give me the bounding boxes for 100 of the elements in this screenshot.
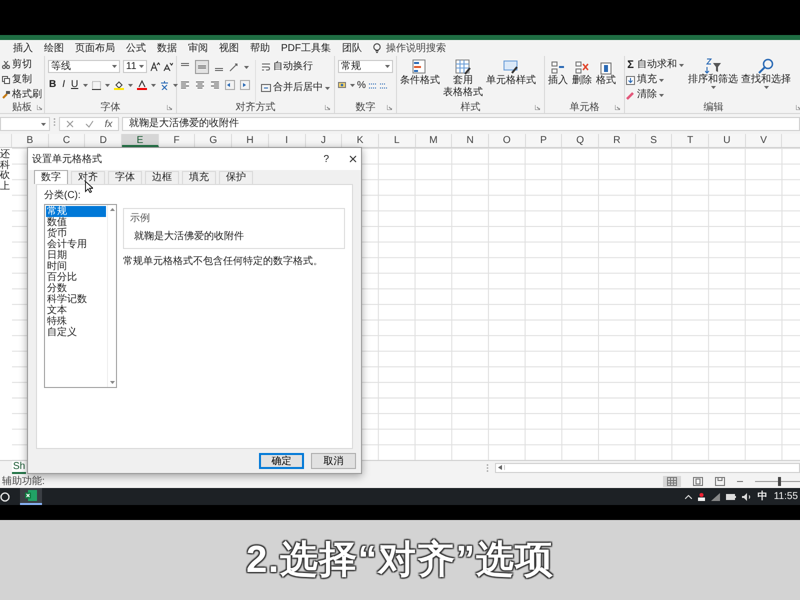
wrap-text-button[interactable]: 自动换行 — [260, 60, 331, 74]
horizontal-scrollbar[interactable] — [495, 462, 800, 472]
category-item[interactable]: 自定义 — [46, 327, 106, 338]
percent-button[interactable]: % — [357, 78, 366, 93]
column-header[interactable]: O — [488, 134, 526, 147]
ribbon-tab[interactable]: 团队 — [342, 40, 362, 56]
column-header[interactable]: U — [709, 134, 746, 147]
dialog-tab[interactable]: 边框 — [145, 171, 179, 184]
help-button[interactable]: ? — [323, 154, 329, 164]
fill-color-icon[interactable] — [114, 80, 124, 90]
clipboard-button[interactable]: 复制 — [1, 73, 33, 87]
search-hint[interactable]: 操作说明搜索 — [386, 40, 446, 56]
ribbon-tab[interactable]: 审阅 — [188, 40, 208, 56]
editing-button[interactable]: 清除 — [625, 88, 685, 102]
sheet-tab[interactable]: Sh — [12, 461, 26, 474]
increase-indent-icon[interactable] — [240, 80, 250, 90]
category-item[interactable]: 数值 — [46, 217, 106, 228]
editing-button[interactable]: 查找和选择 — [741, 58, 791, 102]
network-icon[interactable] — [710, 492, 720, 500]
category-list[interactable]: 常规 数值 货币 会计专用 日期 时间 百分比 分数 科学记数 文本 特殊 自定义 — [44, 204, 117, 388]
dialog-tab[interactable]: 保护 — [219, 171, 253, 184]
input-method-indicator[interactable]: 中 — [758, 489, 768, 504]
insert-function-button[interactable]: fx — [104, 116, 112, 132]
ribbon-tab[interactable]: 插入 — [13, 40, 33, 56]
speaker-icon[interactable] — [742, 492, 752, 500]
font-name-field[interactable]: 等线 — [48, 60, 120, 73]
formula-field[interactable]: 就鞠是大活佛爱的收附件 — [122, 117, 800, 131]
style-button[interactable]: 套用 表格格式 — [443, 59, 483, 102]
category-item[interactable]: 分数 — [46, 283, 106, 294]
align-left-icon[interactable] — [180, 80, 190, 90]
page-layout-icon[interactable] — [693, 476, 703, 486]
chevron-up-icon[interactable] — [684, 494, 692, 498]
category-item[interactable]: 日期 — [46, 250, 106, 261]
zoom-out-icon[interactable] — [737, 478, 743, 484]
column-header[interactable]: L — [378, 134, 416, 147]
button-label[interactable]: 表格格式 — [443, 87, 483, 99]
close-icon[interactable] — [349, 155, 357, 163]
column-header[interactable]: P — [526, 134, 562, 147]
font-size-field[interactable]: 11 — [123, 60, 147, 73]
button-label[interactable]: 条件格式 — [400, 75, 440, 87]
dialog-tab[interactable]: 数字 — [34, 170, 68, 184]
column-header[interactable]: T — [672, 134, 710, 147]
ribbon-tab[interactable]: 数据 — [157, 40, 177, 56]
column-header[interactable]: V — [746, 134, 782, 147]
cells-button[interactable]: 格式 — [596, 61, 616, 102]
column-header[interactable]: M — [416, 134, 452, 147]
column-header[interactable]: E — [122, 134, 159, 147]
excel-taskbar-button[interactable] — [20, 488, 42, 505]
dialog-tab[interactable]: 字体 — [108, 171, 142, 184]
cancel-button[interactable]: 取消 — [311, 453, 356, 469]
italic-button[interactable]: I — [61, 78, 66, 92]
battery-icon[interactable] — [726, 494, 736, 500]
slider-thumb[interactable] — [778, 476, 780, 486]
cells-button[interactable]: 删除 — [572, 61, 592, 102]
underline-button[interactable]: U — [70, 78, 80, 92]
decrease-size-icon[interactable] — [163, 62, 173, 71]
bold-button[interactable]: B — [48, 78, 58, 92]
normal-view-button[interactable] — [663, 476, 681, 486]
editing-button[interactable]: 排序和筛选 — [688, 58, 738, 102]
decrease-decimal-icon[interactable] — [378, 81, 388, 90]
align-right-icon[interactable] — [210, 80, 220, 90]
column-header[interactable]: N — [452, 134, 489, 147]
currency-icon[interactable] — [338, 81, 348, 90]
cancel-icon[interactable] — [66, 120, 74, 128]
column-header[interactable]: R — [599, 134, 636, 147]
search-circle-icon[interactable] — [0, 492, 10, 502]
button-label[interactable]: 单元格样式 — [486, 75, 536, 87]
align-center-icon[interactable] — [195, 80, 205, 90]
editing-button[interactable]: Σ 自动求和 — [625, 58, 685, 72]
dialog-tab[interactable]: 填充 — [182, 171, 216, 184]
decrease-indent-icon[interactable] — [225, 80, 235, 90]
middle-align-button[interactable] — [195, 60, 209, 74]
ok-button[interactable]: 确定 — [259, 453, 304, 469]
font-color-icon[interactable] — [137, 80, 148, 90]
clipboard-button[interactable]: 剪切 — [1, 58, 33, 72]
ribbon-tab[interactable]: PDF工具集 — [281, 40, 331, 56]
category-item[interactable]: 科学记数 — [46, 294, 106, 305]
category-item[interactable]: 百分比 — [46, 272, 106, 283]
ribbon-tab[interactable]: 帮助 — [250, 40, 270, 56]
category-item[interactable]: 常规 — [46, 206, 106, 217]
scroll-left-icon[interactable] — [498, 465, 502, 470]
column-header[interactable]: S — [636, 134, 672, 147]
style-button[interactable]: 条件格式 — [400, 59, 440, 102]
column-header[interactable]: Q — [562, 134, 599, 147]
increase-decimal-icon[interactable] — [368, 81, 377, 90]
orientation-icon[interactable] — [229, 62, 239, 72]
ribbon-tab[interactable]: 绘图 — [44, 40, 64, 56]
check-icon[interactable] — [84, 120, 94, 128]
scroll-down-icon[interactable] — [110, 381, 114, 384]
ribbon-tab[interactable]: 视图 — [219, 40, 239, 56]
category-item[interactable]: 特殊 — [46, 316, 106, 327]
phonetic-icon[interactable] — [160, 80, 170, 90]
style-button[interactable]: 单元格样式 — [486, 59, 536, 102]
category-item[interactable]: 时间 — [46, 261, 106, 272]
person-icon[interactable] — [698, 492, 705, 500]
merge-center-button[interactable]: 合并后居中 — [260, 81, 331, 95]
editing-button[interactable]: 填充 — [625, 73, 685, 87]
button-label[interactable]: 套用 — [453, 75, 473, 87]
scroll-up-icon[interactable] — [110, 208, 114, 211]
page-break-icon[interactable] — [715, 476, 725, 486]
